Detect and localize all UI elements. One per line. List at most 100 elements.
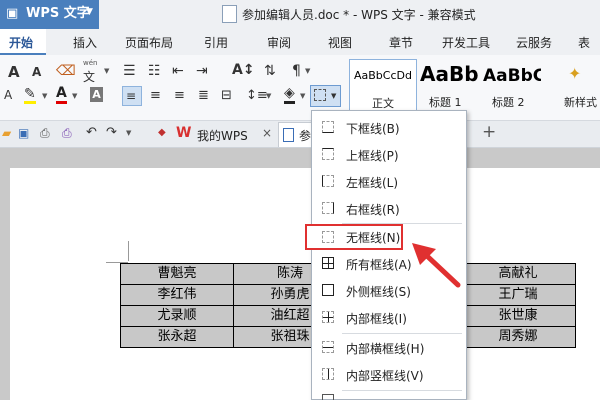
text-direction-icon[interactable]: A↕ (232, 62, 255, 78)
add-tab-icon[interactable]: + (482, 122, 496, 142)
print-icon[interactable]: ⎙ (62, 126, 72, 141)
tab-home[interactable]: 开始 (0, 29, 46, 55)
inside-horizontal-border-icon (322, 341, 334, 353)
tab-table[interactable]: 表 (578, 34, 590, 51)
wps-logo-icon: ▣ (6, 6, 19, 21)
table-cell[interactable]: 尤录顺 (120, 305, 234, 327)
redo-icon[interactable]: ↷ (106, 125, 117, 140)
open-folder-icon[interactable]: ▰ (2, 126, 11, 140)
menu-item-label: 内部竖框线(V) (346, 369, 424, 383)
doc-tab-label: 参 (299, 129, 312, 143)
tab-references[interactable]: 引用 (204, 34, 228, 51)
font-shrink-icon[interactable]: A (32, 65, 41, 79)
cell-text: 张世康 (498, 308, 538, 323)
increase-indent-icon[interactable]: ⇥ (196, 63, 208, 79)
menu-item-bottom-border[interactable]: 下框线(B) (312, 115, 466, 141)
all-borders-icon (322, 257, 334, 269)
print-preview-icon[interactable]: ⎙ (40, 126, 50, 141)
cell-text: 尤录顺 (157, 308, 197, 323)
save-icon[interactable]: ▣ (18, 126, 29, 140)
decrease-indent-icon[interactable]: ⇤ (172, 63, 184, 79)
menu-item-left-border[interactable]: 左框线(L) (312, 169, 466, 195)
new-style-icon: ✦ (568, 64, 582, 83)
table-cell[interactable]: 李红伟 (120, 284, 234, 306)
menu-item-top-border[interactable]: 上框线(P) (312, 142, 466, 168)
undo-icon[interactable]: ↶ (86, 125, 97, 140)
menu-item-right-border[interactable]: 右框线(R) (312, 196, 466, 222)
style-heading-2[interactable]: AaBbC 标题 2 (481, 59, 541, 113)
table-cell[interactable]: 周秀娜 (460, 326, 576, 348)
table-cell[interactable]: 曹魁亮 (120, 263, 234, 285)
table-cell[interactable]: 高献礼 (460, 263, 576, 285)
sort-icon[interactable]: ⇅ (264, 63, 276, 79)
align-right-icon[interactable]: ≡ (174, 88, 185, 103)
tab-cloud[interactable]: 云服务 (516, 34, 552, 51)
table-cell[interactable]: 王广瑞 (460, 284, 576, 306)
cell-text: 王广瑞 (498, 287, 538, 302)
cell-text: 孙勇虎 (270, 287, 310, 302)
distributed-icon[interactable]: ⊟ (221, 88, 232, 103)
highlight-color-icon[interactable]: ✎ (24, 87, 36, 104)
inside-borders-icon (322, 311, 334, 323)
app-name: WPS 文字 (26, 6, 90, 21)
tab-my-wps[interactable]: W 我的WPS × (172, 123, 276, 146)
align-left-button[interactable]: ≡ (122, 86, 142, 106)
align-center-icon[interactable]: ≡ (150, 88, 161, 103)
tab-section[interactable]: 章节 (389, 34, 413, 51)
menu-separator (342, 390, 462, 391)
strikethrough-icon[interactable]: A (4, 88, 12, 102)
menu-item-no-border[interactable]: 无框线(N) (305, 224, 403, 250)
document-tab-bar: ▰ ▣ ⎙ ⎙ ↶ ↷ ▼ ◆ W 我的WPS × 参 + (0, 121, 600, 148)
style-normal[interactable]: AaBbCcDd 正文 (349, 59, 417, 113)
chevron-down-icon[interactable]: ▼ (305, 67, 310, 75)
border-grid-icon (314, 89, 326, 101)
cell-text: 张永超 (157, 329, 197, 344)
right-border-icon (322, 202, 334, 214)
style-preview: AaBbC (483, 66, 541, 86)
chevron-down-icon[interactable]: ▼ (126, 129, 131, 137)
tab-view[interactable]: 视图 (328, 34, 352, 51)
app-menu-button[interactable]: ▣ WPS 文字 ▼ (0, 0, 99, 29)
bullet-list-icon[interactable]: ☰ (123, 63, 136, 79)
style-label: 标题 1 (429, 96, 462, 109)
chevron-down-icon[interactable]: ▼ (266, 92, 271, 100)
font-color-icon[interactable]: A (56, 86, 67, 104)
menu-item-label: 右框线(R) (346, 203, 400, 217)
bottom-border-icon (322, 121, 334, 133)
chevron-down-icon[interactable]: ▼ (300, 92, 305, 100)
clear-format-icon[interactable]: ⌫ (56, 63, 76, 79)
cell-text: 张祖珠 (270, 329, 310, 344)
menu-item-inside-borders[interactable]: 内部框线(I) (312, 305, 466, 331)
align-left-icon: ≡ (126, 89, 137, 103)
tab-developer[interactable]: 开发工具 (442, 34, 490, 51)
menu-item-inside-horizontal-border[interactable]: 内部横框线(H) (312, 335, 466, 361)
table-cell[interactable]: 张永超 (120, 326, 234, 348)
show-marks-icon[interactable]: ¶ (292, 63, 301, 79)
menu-item-label: 无框线(N) (346, 231, 401, 245)
borders-button[interactable]: ▼ (310, 85, 341, 107)
new-style-button[interactable]: ✦ 新样式 (558, 59, 600, 113)
top-border-icon (322, 148, 334, 160)
customize-icon[interactable]: ◆ (158, 127, 166, 138)
table-cell[interactable]: 张世康 (460, 305, 576, 327)
font-grow-icon[interactable]: A (8, 63, 20, 81)
character-shading-icon[interactable]: A (90, 87, 103, 102)
menu-item-partial[interactable] (312, 392, 466, 400)
chevron-down-icon[interactable]: ▼ (104, 67, 109, 75)
menu-item-inside-vertical-border[interactable]: 内部竖框线(V) (312, 362, 466, 388)
wps-w-icon: W (176, 125, 192, 141)
tab-review[interactable]: 审阅 (267, 34, 291, 51)
close-icon[interactable]: × (262, 126, 272, 140)
style-heading-1[interactable]: AaBb 标题 1 (418, 59, 478, 113)
menu-item-label: 上框线(P) (346, 149, 399, 163)
justify-icon[interactable]: ≣ (198, 88, 209, 103)
tab-page-layout[interactable]: 页面布局 (125, 34, 173, 51)
numbered-list-icon[interactable]: ☷ (148, 63, 161, 79)
chevron-down-icon[interactable]: ▼ (72, 92, 77, 100)
line-spacing-icon[interactable]: ↕≡ (246, 88, 268, 103)
chevron-down-icon: ▼ (331, 92, 337, 100)
chevron-down-icon[interactable]: ▼ (42, 92, 47, 100)
tab-insert[interactable]: 插入 (73, 34, 97, 51)
cell-text: 油红超 (270, 308, 310, 323)
shading-fill-icon[interactable]: ◈ (284, 86, 295, 104)
